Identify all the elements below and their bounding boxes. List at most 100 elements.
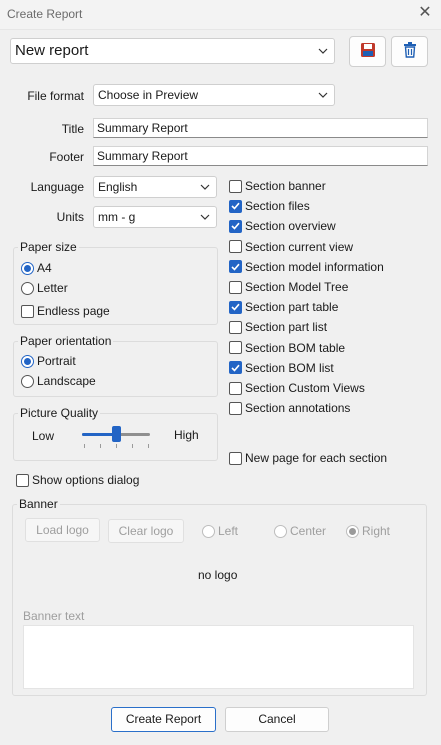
paper-orientation-title: Paper orientation xyxy=(18,334,114,348)
report-select-value: New report xyxy=(15,42,89,59)
quality-low-label: Low xyxy=(32,429,55,443)
section-label: Section current view xyxy=(245,239,354,254)
section-label: Section BOM table xyxy=(245,340,346,355)
section-label: Section part list xyxy=(245,320,328,335)
section-label: Section banner xyxy=(245,179,326,193)
section-checkbox[interactable]: Section Custom Views xyxy=(229,380,365,396)
checkmark-icon xyxy=(229,361,242,375)
section-checkbox[interactable]: Section annotations xyxy=(229,400,350,416)
paper-size-a4-label: A4 xyxy=(37,261,52,275)
banner-align-left-radio[interactable]: Left xyxy=(202,523,238,539)
chevron-down-icon xyxy=(198,177,212,197)
file-format-select[interactable]: Choose in Preview xyxy=(93,84,335,106)
banner-align-left-label: Left xyxy=(218,524,239,538)
checkbox-indicator xyxy=(16,473,29,487)
section-checkbox[interactable]: Section BOM list xyxy=(229,360,334,376)
section-label: Section BOM list xyxy=(245,360,334,375)
no-logo-text: no logo xyxy=(198,568,238,582)
footer-input[interactable]: Summary Report xyxy=(93,146,428,166)
section-checkbox[interactable]: Section part list xyxy=(229,319,327,335)
title-input[interactable]: Summary Report xyxy=(93,118,428,138)
section-checkbox[interactable]: Section part table xyxy=(229,299,338,315)
orientation-landscape-radio[interactable]: Landscape xyxy=(21,373,96,389)
report-select[interactable]: New report xyxy=(10,38,335,64)
save-button[interactable] xyxy=(349,36,386,67)
section-label: Section model information xyxy=(245,259,384,274)
slider-tick xyxy=(116,444,117,448)
close-icon[interactable]: ✕ xyxy=(414,2,436,24)
section-label: Section overview xyxy=(245,219,336,234)
radio-indicator xyxy=(202,524,215,538)
show-options-dialog-checkbox[interactable]: Show options dialog xyxy=(16,472,139,488)
trash-icon xyxy=(403,42,417,61)
load-logo-button[interactable]: Load logo xyxy=(25,518,100,542)
section-checkbox[interactable]: Section files xyxy=(229,198,310,214)
endless-page-checkbox[interactable]: Endless page xyxy=(21,303,110,319)
new-page-each-section-checkbox[interactable]: New page for each section xyxy=(229,450,387,466)
section-checkbox[interactable]: Section model information xyxy=(229,259,384,275)
paper-size-letter-label: Letter xyxy=(37,281,68,295)
create-report-button[interactable]: Create Report xyxy=(111,707,216,732)
orientation-portrait-label: Portrait xyxy=(37,354,76,368)
chevron-down-icon xyxy=(316,39,330,63)
paper-size-letter-radio[interactable]: Letter xyxy=(21,280,68,296)
banner-text-label: Banner text xyxy=(23,609,85,623)
picture-quality-title: Picture Quality xyxy=(18,406,101,420)
checkbox-indicator xyxy=(229,240,242,254)
banner-align-center-radio[interactable]: Center xyxy=(274,523,326,539)
checkbox-indicator xyxy=(229,320,242,334)
slider-tick xyxy=(84,444,85,448)
radio-indicator xyxy=(346,524,359,538)
banner-align-right-radio[interactable]: Right xyxy=(346,523,390,539)
language-label: Language xyxy=(30,180,84,194)
footer-label: Footer xyxy=(49,150,84,164)
show-options-dialog-label: Show options dialog xyxy=(32,473,140,487)
slider-tick xyxy=(132,444,133,448)
section-label: Section files xyxy=(245,199,310,214)
section-checkbox[interactable]: Section current view xyxy=(229,239,353,255)
delete-button[interactable] xyxy=(391,36,428,67)
checkmark-icon xyxy=(229,260,242,274)
save-icon xyxy=(360,42,376,61)
units-select[interactable]: mm - g xyxy=(93,206,217,228)
section-label: Section Model Tree xyxy=(245,280,349,294)
section-label: Section Custom Views xyxy=(245,381,365,395)
section-label: Section annotations xyxy=(245,401,351,416)
checkbox-indicator xyxy=(229,179,242,193)
section-checkbox[interactable]: Section Model Tree xyxy=(229,279,348,295)
orientation-portrait-radio[interactable]: Portrait xyxy=(21,353,76,369)
orientation-landscape-label: Landscape xyxy=(37,374,96,388)
section-checkbox[interactable]: Section BOM table xyxy=(229,340,345,356)
radio-indicator xyxy=(21,354,34,368)
checkbox-indicator xyxy=(21,304,34,318)
language-select[interactable]: English xyxy=(93,176,217,198)
clear-logo-button[interactable]: Clear logo xyxy=(108,519,184,543)
paper-size-a4-radio[interactable]: A4 xyxy=(21,260,52,276)
file-format-value: Choose in Preview xyxy=(98,88,199,102)
radio-indicator xyxy=(274,524,287,538)
banner-align-center-label: Center xyxy=(290,524,327,538)
new-page-each-section-label: New page for each section xyxy=(245,451,388,465)
section-checkbox[interactable]: Section overview xyxy=(229,218,336,234)
slider-tick xyxy=(100,444,101,448)
checkbox-indicator xyxy=(229,381,242,395)
checkbox-indicator xyxy=(229,280,242,294)
section-label: Section part table xyxy=(245,300,339,315)
quality-slider-fill xyxy=(82,433,116,436)
checkbox-indicator xyxy=(229,341,242,355)
file-format-label: File format xyxy=(27,89,84,103)
banner-align-right-label: Right xyxy=(362,524,391,538)
section-checkbox[interactable]: Section banner xyxy=(229,178,326,194)
units-label: Units xyxy=(56,210,84,224)
language-value: English xyxy=(98,180,138,194)
checkmark-icon xyxy=(229,300,242,314)
paper-size-title: Paper size xyxy=(18,240,79,254)
slider-tick xyxy=(148,444,149,448)
banner-text-input[interactable] xyxy=(23,625,414,689)
checkbox-indicator xyxy=(229,451,242,465)
quality-slider-thumb[interactable] xyxy=(112,426,121,442)
radio-indicator xyxy=(21,281,34,295)
cancel-button[interactable]: Cancel xyxy=(225,707,329,732)
chevron-down-icon xyxy=(198,207,212,227)
checkmark-icon xyxy=(229,219,242,233)
